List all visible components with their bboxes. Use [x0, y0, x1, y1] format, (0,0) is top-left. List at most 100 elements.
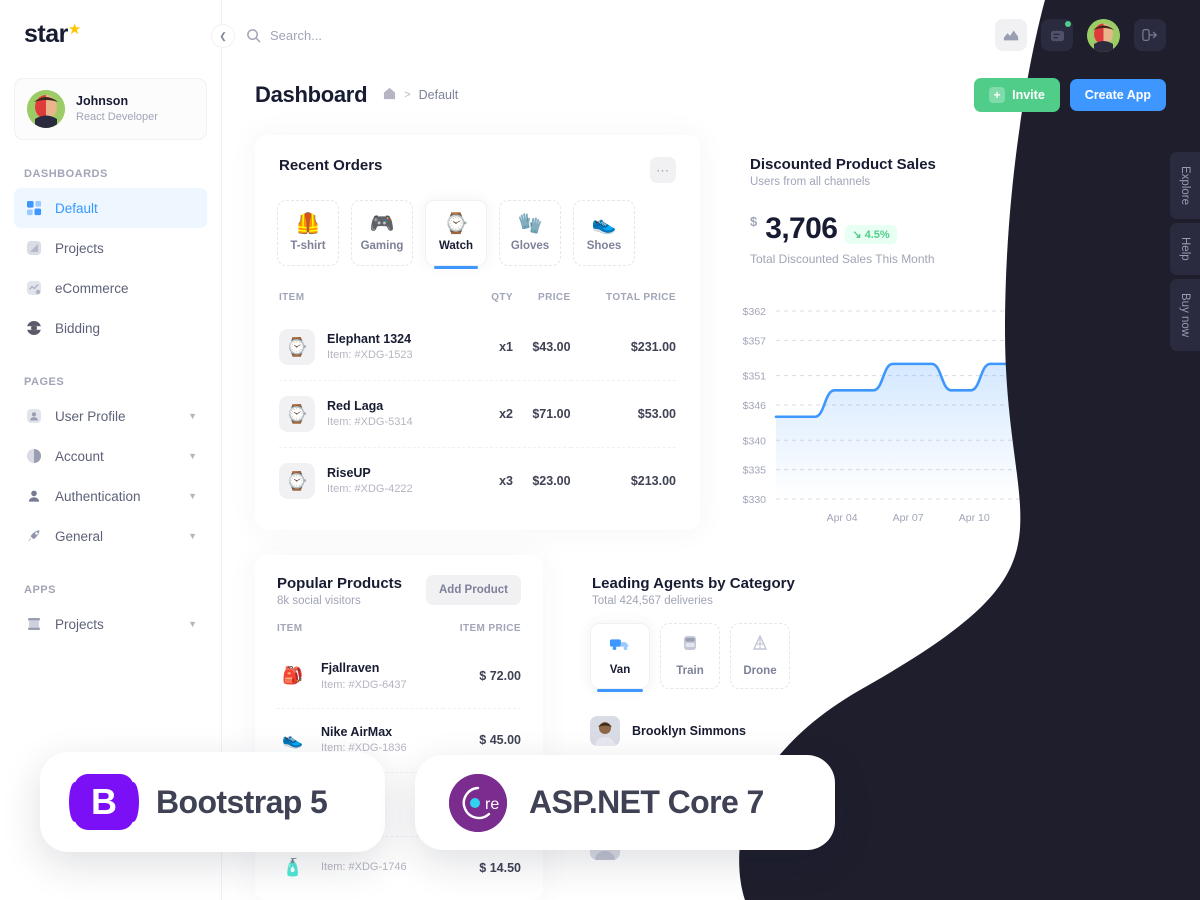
sidebar-collapse-button[interactable]: ❮	[211, 24, 235, 48]
table-row[interactable]: ⌚ RiseUP Item: #XDG-4222 x3 $23.00 $213.…	[279, 447, 676, 514]
activity-icon[interactable]	[995, 19, 1027, 51]
sidebar-item-ecommerce[interactable]: eCommerce	[14, 268, 207, 308]
card-subtitle: Users from all channels	[750, 176, 871, 188]
sidebar-item-user-profile[interactable]: User Profile ▼	[14, 396, 207, 436]
sidebar-item-label: General	[55, 528, 104, 544]
add-product-button[interactable]: Add Product	[426, 575, 521, 605]
y-axis-tick-label: $346	[743, 400, 767, 412]
tab-tshirt[interactable]: 🦺 T-shirt	[277, 200, 339, 266]
arrow-right-icon[interactable]: →	[1119, 718, 1145, 744]
add-product-button[interactable]: Add Product	[1048, 575, 1143, 605]
amount-value: 3,706	[765, 212, 838, 245]
table-row[interactable]: 🎒 Fjallraven Item: #XDG-6437 $ 72.00	[277, 645, 521, 708]
product-name: RiseUP	[327, 465, 371, 480]
side-tab-help[interactable]: Help	[1170, 223, 1200, 275]
sidebar-item-default[interactable]: Default	[14, 188, 207, 228]
product-thumbnail: ⌚	[279, 463, 315, 499]
x-axis-tick-label: Apr 18	[1091, 512, 1122, 524]
list-item[interactable]: Brooklyn Simmons 1,240 Deliveries $5,400…	[590, 703, 1145, 759]
side-tab-buy-now[interactable]: Buy now	[1170, 278, 1200, 351]
sidebar-item-authentication[interactable]: Authentication ▼	[14, 476, 207, 516]
earnings-value: $2,737	[926, 831, 965, 845]
side-tab-explore[interactable]: Explore	[1170, 152, 1200, 219]
sidebar-user-card[interactable]: Johnson React Developer	[14, 78, 207, 140]
product-thumbnail: 🧴	[282, 857, 304, 877]
grid-icon	[24, 198, 44, 218]
tab-label: Gaming	[360, 240, 404, 252]
sidebar-item-label: User Profile	[55, 408, 126, 424]
bootstrap-letter: B	[91, 781, 117, 822]
product-thumbnail: 🎒	[282, 666, 304, 686]
sidebar-item-label: Bidding	[55, 320, 101, 336]
sidebar-item-account[interactable]: Account ▼	[14, 436, 207, 476]
nav-section-pages-title: PAGES	[24, 376, 65, 388]
tshirt-icon: 🦺	[295, 213, 321, 235]
rating-label: Rating	[1068, 781, 1103, 795]
tab-label: T-shirt	[290, 240, 326, 252]
person-icon	[24, 486, 44, 506]
bootstrap-badge: B Bootstrap 5	[40, 752, 385, 852]
brand-logo[interactable]: star ★	[0, 0, 221, 60]
col-item-price: ITEM PRICE	[459, 623, 521, 634]
avatar	[590, 716, 620, 746]
box-icon	[24, 614, 44, 634]
product-thumbnail: ⌚	[279, 329, 315, 365]
earnings-label: Earnings	[926, 733, 970, 745]
recent-orders-header: Recent Orders ⋯	[255, 135, 700, 183]
create-app-button[interactable]: Create App	[1069, 79, 1166, 111]
cell-qty: x2	[480, 380, 513, 448]
aspnet-core-logo-icon: re	[449, 773, 507, 832]
home-icon[interactable]	[383, 87, 396, 103]
arrow-right-icon[interactable]: →	[1119, 832, 1145, 858]
table-row[interactable]: ⌚ Elephant 1324 Item: #XDG-1523 x1 $43.0…	[279, 314, 676, 381]
avatar[interactable]	[1087, 18, 1120, 52]
cell-price: $ 72.00	[479, 669, 521, 684]
bootstrap-badge-label: Bootstrap 5	[156, 783, 328, 820]
search-icon	[246, 28, 261, 43]
nav-section-dashboards-title: DASHBOARDS	[24, 168, 108, 180]
discounted-sales-header: Discounted Product Sales Users from all …	[726, 136, 1166, 188]
sidebar-item-label: Projects	[55, 616, 104, 632]
deliveries-value: 1,240	[808, 717, 840, 731]
recent-orders-table: ITEM QTY PRICE TOTAL PRICE ⌚ Elephant 13…	[279, 292, 676, 514]
invite-button[interactable]: + Invite	[974, 78, 1060, 112]
sidebar-item-bidding[interactable]: Bidding	[14, 308, 207, 348]
recent-orders-card: Recent Orders ⋯ 🦺 T-shirt 🎮 Gaming ⌚ Wat…	[255, 135, 700, 530]
ellipsis-icon[interactable]: ⋯	[650, 157, 676, 183]
card-title: Popular Products	[277, 575, 403, 592]
arrow-right-icon[interactable]: →	[1119, 775, 1145, 801]
nav-section-apps-title: APPS	[24, 584, 56, 596]
col-item: ITEM	[277, 623, 303, 634]
sidebar-item-apps-projects[interactable]: Projects ▼	[14, 604, 207, 644]
search-placeholder: Search...	[270, 27, 323, 43]
logout-icon[interactable]	[1134, 19, 1166, 51]
product-sku: Item: #XDG-1523	[327, 349, 413, 362]
discounted-sales-amount: $ 3,706 ↘ 4.5%	[726, 188, 1166, 246]
pie-icon	[24, 446, 44, 466]
table-row[interactable]: ⌚ Red Laga Item: #XDG-5314 x2 $71.00 $53…	[279, 380, 676, 448]
sidebar-item-projects[interactable]: Projects	[14, 228, 207, 268]
notes-icon[interactable]	[1041, 19, 1073, 51]
delta-arrow-icon: ↘	[852, 229, 862, 241]
popular-products-header: Popular Products 8k social visitors Add …	[255, 555, 543, 607]
y-axis-tick-label: $340	[743, 435, 767, 447]
delta-badge: ↘ 4.5%	[845, 225, 897, 244]
sidebar-item-general[interactable]: General ▼	[14, 516, 207, 556]
ellipsis-icon[interactable]: ⋯	[1116, 156, 1142, 182]
aspnet-badge-label: ASP.NET Core 7	[529, 784, 764, 820]
aspnet-badge: re ASP.NET Core 7	[415, 755, 835, 850]
tab-gaming[interactable]: 🎮 Gaming	[351, 200, 413, 266]
area-chart: $362 $357 $351 $346 $340 $335 $330 Apr 04 Apr 07…	[743, 306, 1148, 524]
tab-van[interactable]: Van	[590, 623, 650, 692]
tab-watch[interactable]: ⌚ Watch	[425, 200, 487, 269]
tab-shoes[interactable]: 👟 Shoes	[573, 200, 635, 266]
cell-item: 🎒 Fjallraven Item: #XDG-6437	[277, 645, 443, 708]
earnings-label: Earnings	[926, 790, 970, 802]
tab-train[interactable]: Train	[660, 623, 720, 689]
search-input[interactable]: Search...	[246, 28, 322, 43]
tab-label: Train	[676, 665, 704, 677]
tab-drone[interactable]: Drone	[730, 623, 790, 689]
product-name: Red Laga	[327, 398, 384, 413]
tab-gloves[interactable]: 🧤 Gloves	[499, 200, 561, 266]
col-qty: QTY	[491, 292, 513, 303]
